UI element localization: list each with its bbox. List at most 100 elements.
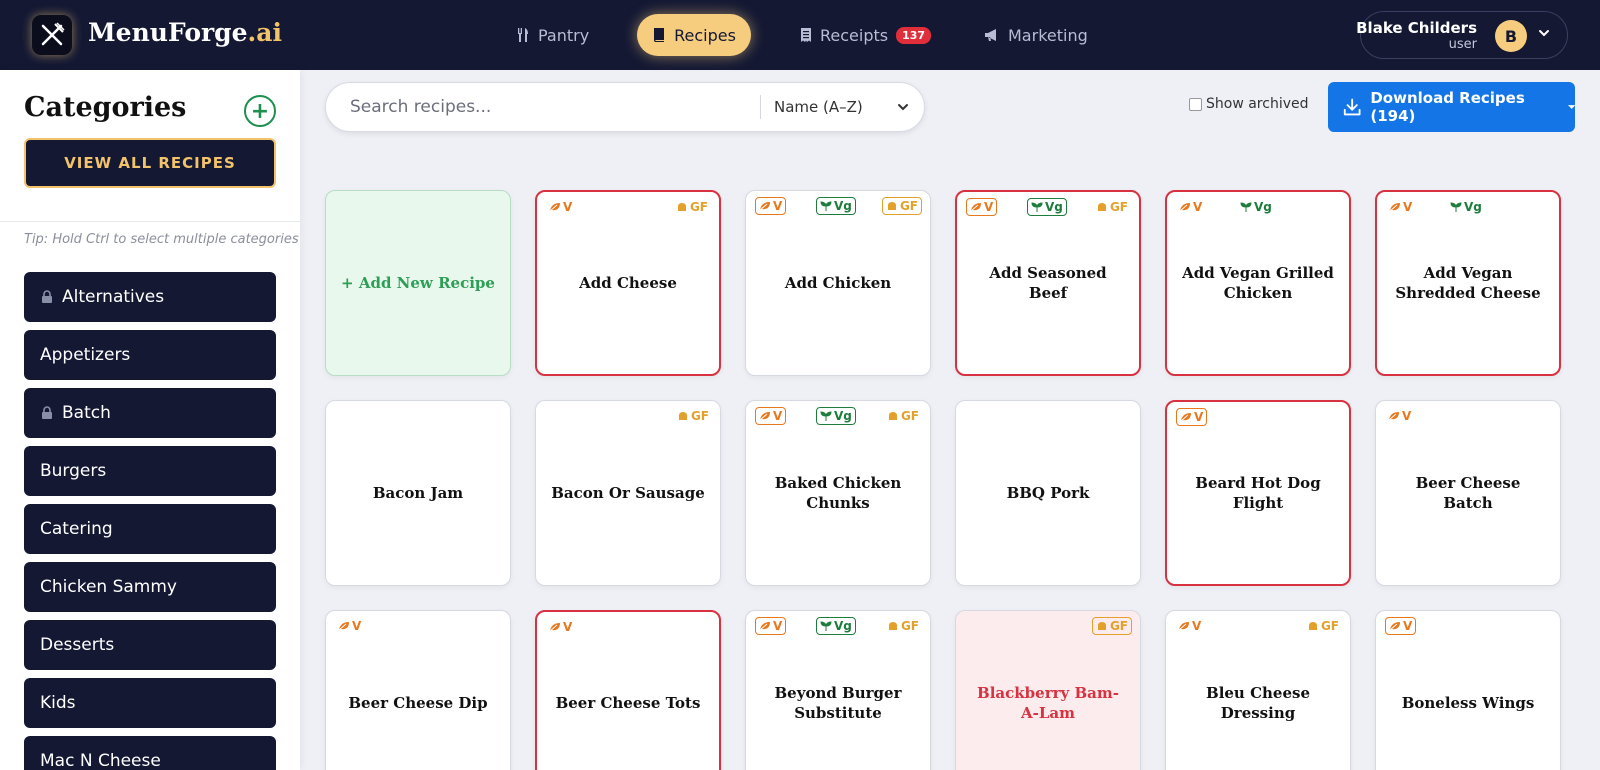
diet-tag-v: V <box>1386 198 1415 216</box>
search-bar: Name (A–Z) <box>325 82 925 132</box>
category-item[interactable]: Chicken Sammy <box>24 562 276 612</box>
diet-tag-label: V <box>1192 619 1202 633</box>
diet-tag-gf: GF <box>1091 617 1132 635</box>
diet-tag-gf: GF <box>884 617 922 635</box>
categories-heading: Categories <box>24 92 187 123</box>
diet-tag-v: V <box>546 618 575 636</box>
nav-label-pantry: Pantry <box>538 25 590 45</box>
recipe-title: Beer Cheese Dip <box>348 694 488 712</box>
sprout-icon <box>1450 202 1462 212</box>
sort-select[interactable]: Name (A–Z) <box>774 83 922 131</box>
category-label: Kids <box>40 693 76 713</box>
recipe-card[interactable]: V Vg Add Vegan Grilled Chicken <box>1165 190 1351 376</box>
leaf-icon <box>759 202 770 211</box>
diet-tag-vg: Vg <box>1447 198 1485 216</box>
diet-tag-label: Vg <box>834 619 852 633</box>
diet-tag-vg: Vg <box>816 197 856 215</box>
diet-tag-label: V <box>352 619 362 633</box>
category-item[interactable]: Desserts <box>24 620 276 670</box>
diet-tag-v: V <box>755 617 787 635</box>
wheat-free-icon <box>678 412 687 420</box>
diet-tag-label: Vg <box>1045 200 1063 214</box>
nav-label-recipes: Recipes <box>674 25 736 45</box>
nav-tab-pantry[interactable]: Pantry <box>500 14 605 56</box>
diet-tag-vg: Vg <box>816 617 856 635</box>
diet-tag-v: V <box>755 407 787 425</box>
diet-tag-gf: GF <box>674 407 712 425</box>
diet-tag-v: V <box>755 197 787 215</box>
nav-tab-marketing[interactable]: Marketing <box>968 14 1104 56</box>
nav-tab-recipes[interactable]: Recipes <box>637 14 751 56</box>
recipe-card[interactable]: V GF Add Cheese <box>535 190 721 376</box>
sprout-icon <box>820 201 832 211</box>
diet-tag-label: Vg <box>1254 200 1272 214</box>
diet-tag-v: V <box>1385 617 1417 635</box>
sprout-icon <box>1031 202 1043 212</box>
user-menu[interactable]: Blake Childers user B <box>1356 11 1568 59</box>
category-item[interactable]: Catering <box>24 504 276 554</box>
diet-tag-label: GF <box>900 409 919 423</box>
add-category-button[interactable]: + <box>244 95 276 127</box>
book-icon <box>654 28 665 42</box>
category-label: Desserts <box>40 635 115 655</box>
leaf-icon <box>1180 413 1191 422</box>
leaf-icon <box>759 412 770 421</box>
recipe-title: Add Seasoned Beef <box>989 264 1107 302</box>
recipe-card[interactable]: Bacon Jam <box>325 400 511 586</box>
recipe-title: Beer Cheese Batch <box>1415 474 1521 512</box>
recipe-card[interactable]: V Vg GF Baked Chicken Chunks <box>745 400 931 586</box>
diet-tag-label: V <box>1193 200 1203 214</box>
view-all-recipes-button[interactable]: VIEW ALL RECIPES <box>24 138 276 188</box>
nav-tab-receipts[interactable]: Receipts 137 <box>784 14 947 56</box>
category-item[interactable]: Burgers <box>24 446 276 496</box>
recipe-title: Blackberry Bam-A-Lam <box>977 684 1119 722</box>
recipe-card[interactable]: V Beer Cheese Tots <box>535 610 721 770</box>
category-label: Appetizers <box>40 345 131 365</box>
diet-tag-gf: GF <box>1304 617 1342 635</box>
categories-sidebar: Categories + VIEW ALL RECIPES Tip: Hold … <box>0 70 300 770</box>
leaf-icon <box>549 203 560 212</box>
recipe-card[interactable]: V Beard Hot Dog Flight <box>1165 400 1351 586</box>
recipe-card[interactable]: GF Blackberry Bam-A-Lam <box>955 610 1141 770</box>
category-item[interactable]: Mac N Cheese <box>24 736 276 770</box>
recipe-card[interactable]: V Vg Add Vegan Shredded Cheese <box>1375 190 1561 376</box>
category-item[interactable]: Kids <box>24 678 276 728</box>
category-item[interactable]: Appetizers <box>24 330 276 380</box>
brand-name[interactable]: MenuForge.ai <box>88 18 282 47</box>
search-divider <box>760 95 761 119</box>
search-input[interactable] <box>350 83 750 131</box>
fork-knife-logo-icon[interactable] <box>32 15 72 55</box>
recipe-card[interactable]: V Boneless Wings <box>1375 610 1561 770</box>
recipe-card[interactable]: V Vg GF Beyond Burger Substitute <box>745 610 931 770</box>
recipe-title: Bacon Or Sausage <box>551 484 705 502</box>
diet-tag-label: GF <box>689 200 708 214</box>
recipe-title: Add Vegan Grilled Chicken <box>1182 264 1334 302</box>
leaf-icon <box>1389 622 1400 631</box>
recipe-card[interactable]: GF Bacon Or Sausage <box>535 400 721 586</box>
diet-tag-label: V <box>1403 619 1413 633</box>
download-recipes-button[interactable]: Download Recipes (194) <box>1328 82 1575 132</box>
nav-label-marketing: Marketing <box>1008 25 1088 45</box>
category-list: Alternatives Appetizers Batch Burgers Cateri… <box>24 272 276 770</box>
recipe-card[interactable]: V Vg GF Add Seasoned Beef <box>955 190 1141 376</box>
category-item[interactable]: Batch <box>24 388 276 438</box>
show-archived-checkbox[interactable] <box>1189 97 1202 111</box>
recipe-card[interactable]: V Beer Cheese Dip <box>325 610 511 770</box>
diet-tag-gf: GF <box>673 198 711 216</box>
diet-tag-v: V <box>1176 198 1205 216</box>
category-item[interactable]: Alternatives <box>24 272 276 322</box>
diet-tag-label: V <box>563 620 573 634</box>
recipe-card[interactable]: V Vg GF Add Chicken <box>745 190 931 376</box>
diet-tag-label: GF <box>1109 200 1128 214</box>
recipe-card[interactable]: V GF Bleu Cheese Dressing <box>1165 610 1351 770</box>
recipe-card[interactable]: V Beer Cheese Batch <box>1375 400 1561 586</box>
download-icon <box>1343 98 1361 116</box>
nav-label-receipts: Receipts <box>820 25 889 45</box>
recipe-card[interactable]: BBQ Pork <box>955 400 1141 586</box>
leaf-icon <box>1179 203 1190 212</box>
show-archived-toggle[interactable]: Show archived <box>1189 96 1309 112</box>
diet-tag-v: V <box>335 617 364 635</box>
add-new-recipe-card[interactable]: + Add New Recipe <box>325 190 511 376</box>
top-navbar: MenuForge.ai Pantry Recipes Receipts 137… <box>0 0 1600 70</box>
recipe-title: Baked Chicken Chunks <box>774 474 902 512</box>
